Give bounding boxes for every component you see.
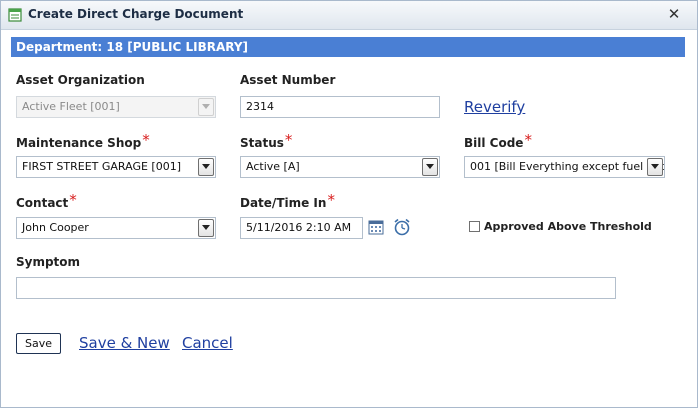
maintenance-shop-select[interactable]: FIRST STREET GARAGE [001] (16, 156, 216, 178)
chevron-down-icon[interactable] (422, 158, 438, 176)
bill-code-select[interactable]: 001 [Bill Everything except fuel and (464, 156, 665, 178)
asset-organization-label: Asset Organization (16, 73, 145, 87)
contact-value: John Cooper (22, 221, 89, 234)
status-value: Active [A] (246, 160, 300, 173)
required-marker: * (524, 131, 532, 149)
maintenance-shop-value: FIRST STREET GARAGE [001] (22, 160, 182, 173)
required-marker: * (69, 191, 77, 209)
asset-organization-value: Active Fleet [001] (22, 100, 120, 113)
close-icon[interactable]: ✕ (665, 5, 683, 23)
bill-code-label: Bill Code* (464, 131, 532, 151)
chevron-down-icon[interactable] (647, 158, 663, 176)
approved-above-threshold-checkbox[interactable] (469, 221, 480, 232)
symptom-label: Symptom (16, 255, 81, 269)
contact-label-text: Contact (16, 196, 69, 210)
status-label: Status* (240, 131, 293, 151)
save-button[interactable]: Save (16, 333, 61, 354)
asset-organization-select[interactable]: Active Fleet [001] (16, 96, 216, 118)
maintenance-shop-label-text: Maintenance Shop (16, 136, 142, 150)
status-select[interactable]: Active [A] (240, 156, 440, 178)
save-and-new-link[interactable]: Save & New (79, 334, 170, 352)
asset-number-input[interactable]: 2314 (240, 96, 440, 118)
datetime-in-label: Date/Time In* (240, 191, 335, 211)
department-bar: Department: 18 [PUBLIC LIBRARY] (11, 37, 685, 57)
document-icon (8, 7, 22, 22)
asset-number-value: 2314 (246, 100, 274, 113)
chevron-down-icon[interactable] (198, 158, 214, 176)
datetime-in-label-text: Date/Time In (240, 196, 327, 210)
calendar-icon[interactable] (368, 219, 384, 239)
cancel-link[interactable]: Cancel (182, 334, 233, 352)
approved-above-threshold-label: Approved Above Threshold (484, 220, 652, 233)
chevron-down-icon[interactable] (198, 98, 214, 116)
maintenance-shop-label: Maintenance Shop* (16, 131, 150, 151)
title-bar: Create Direct Charge Document ✕ (1, 1, 697, 30)
contact-select[interactable]: John Cooper (16, 217, 216, 239)
window-title: Create Direct Charge Document (28, 7, 244, 21)
bill-code-value: 001 [Bill Everything except fuel and (470, 160, 665, 173)
required-marker: * (142, 131, 150, 149)
contact-label: Contact* (16, 191, 77, 211)
required-marker: * (327, 191, 335, 209)
clock-icon[interactable] (393, 218, 411, 240)
asset-number-label: Asset Number (240, 73, 336, 87)
required-marker: * (284, 131, 293, 149)
reverify-link[interactable]: Reverify (464, 98, 525, 116)
datetime-in-input[interactable]: 5/11/2016 2:10 AM (240, 217, 363, 239)
symptom-input[interactable] (16, 277, 616, 299)
chevron-down-icon[interactable] (198, 219, 214, 237)
bill-code-label-text: Bill Code (464, 136, 524, 150)
dialog-window: Create Direct Charge Document ✕ Departme… (0, 0, 698, 408)
datetime-in-value: 5/11/2016 2:10 AM (246, 221, 352, 234)
status-label-text: Status (240, 136, 284, 150)
